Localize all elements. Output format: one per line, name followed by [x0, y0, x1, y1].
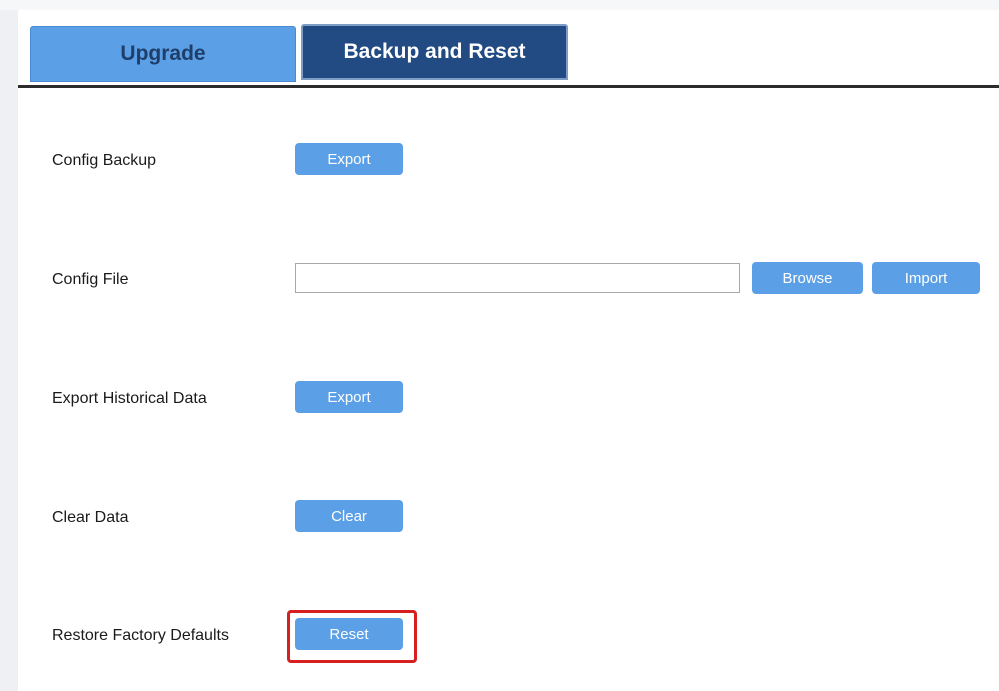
clear-data-label: Clear Data: [52, 509, 129, 526]
export-historical-data-label: Export Historical Data: [52, 390, 207, 407]
left-panel-edge: [0, 0, 18, 691]
config-backup-label: Config Backup: [52, 152, 157, 169]
restore-factory-defaults-label: Restore Factory Defaults: [52, 627, 229, 644]
config-backup-export-button[interactable]: Export: [295, 143, 403, 175]
reset-highlight-box: [287, 610, 417, 663]
browse-button[interactable]: Browse: [752, 262, 863, 294]
clear-data-button[interactable]: Clear: [295, 500, 403, 532]
config-file-input[interactable]: [295, 263, 740, 293]
tab-divider: [18, 85, 999, 88]
tab-upgrade[interactable]: Upgrade: [30, 26, 296, 82]
import-button[interactable]: Import: [872, 262, 980, 294]
config-file-label: Config File: [52, 271, 129, 288]
tab-backup-and-reset[interactable]: Backup and Reset: [301, 24, 568, 80]
top-panel-edge: [0, 0, 999, 10]
export-historical-data-button[interactable]: Export: [295, 381, 403, 413]
